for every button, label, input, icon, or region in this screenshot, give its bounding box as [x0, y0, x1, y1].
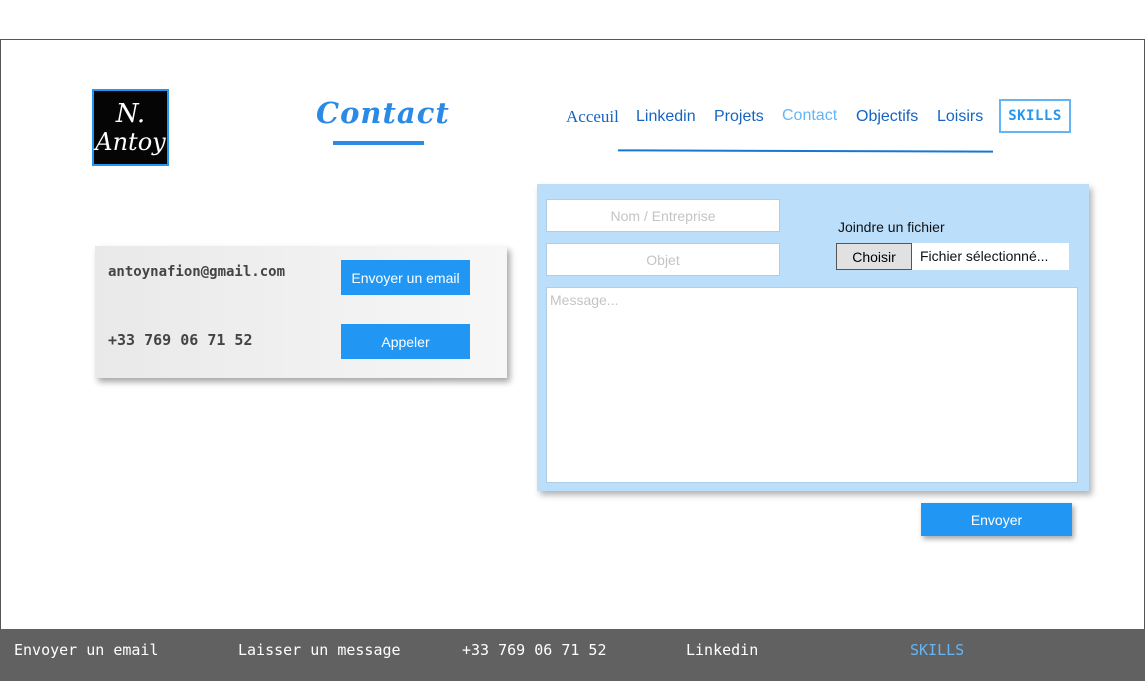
- contact-form: Nom / Entreprise Objet Joindre un fichie…: [537, 184, 1089, 491]
- logo-line1: N.: [115, 98, 146, 129]
- nav-item-objectifs[interactable]: Objectifs: [856, 108, 918, 126]
- phone-number: +33 769 06 71 52: [108, 331, 253, 349]
- send-email-button[interactable]: Envoyer un email: [341, 260, 470, 295]
- skills-button[interactable]: SKILLS: [999, 99, 1071, 133]
- title-underline: [333, 141, 424, 145]
- footer-message-link[interactable]: Laisser un message: [238, 641, 401, 659]
- logo-line2: Antoy: [95, 127, 166, 156]
- logo[interactable]: N. Antoy: [92, 89, 169, 166]
- footer-phone-link[interactable]: +33 769 06 71 52: [462, 641, 607, 659]
- footer-skills-link[interactable]: SKILLS: [910, 641, 964, 659]
- file-selected-text: Fichier sélectionné...: [920, 248, 1049, 264]
- footer: Envoyer un email Laisser un message +33 …: [0, 629, 1145, 681]
- footer-linkedin-link[interactable]: Linkedin: [686, 641, 758, 659]
- choose-file-button[interactable]: Choisir: [836, 243, 912, 270]
- nav-item-projets[interactable]: Projets: [714, 108, 764, 126]
- nav-item-acceuil[interactable]: Acceuil: [566, 107, 619, 127]
- attach-file-label: Joindre un fichier: [838, 219, 945, 235]
- call-button[interactable]: Appeler: [341, 324, 470, 359]
- name-input[interactable]: Nom / Entreprise: [546, 199, 780, 232]
- subject-input[interactable]: Objet: [546, 243, 780, 276]
- message-textarea[interactable]: Message...: [546, 287, 1078, 483]
- nav-item-linkedin[interactable]: Linkedin: [636, 108, 696, 126]
- email-address: antoynafion@gmail.com: [108, 264, 286, 280]
- file-input[interactable]: Choisir Fichier sélectionné...: [836, 243, 1069, 270]
- contact-card: antoynafion@gmail.com Envoyer un email +…: [95, 246, 507, 378]
- page-title: Contact: [316, 96, 450, 130]
- nav-item-contact[interactable]: Contact: [782, 107, 837, 125]
- nav-item-loisirs[interactable]: Loisirs: [937, 108, 983, 126]
- footer-email-link[interactable]: Envoyer un email: [14, 641, 159, 659]
- send-button[interactable]: Envoyer: [921, 503, 1072, 536]
